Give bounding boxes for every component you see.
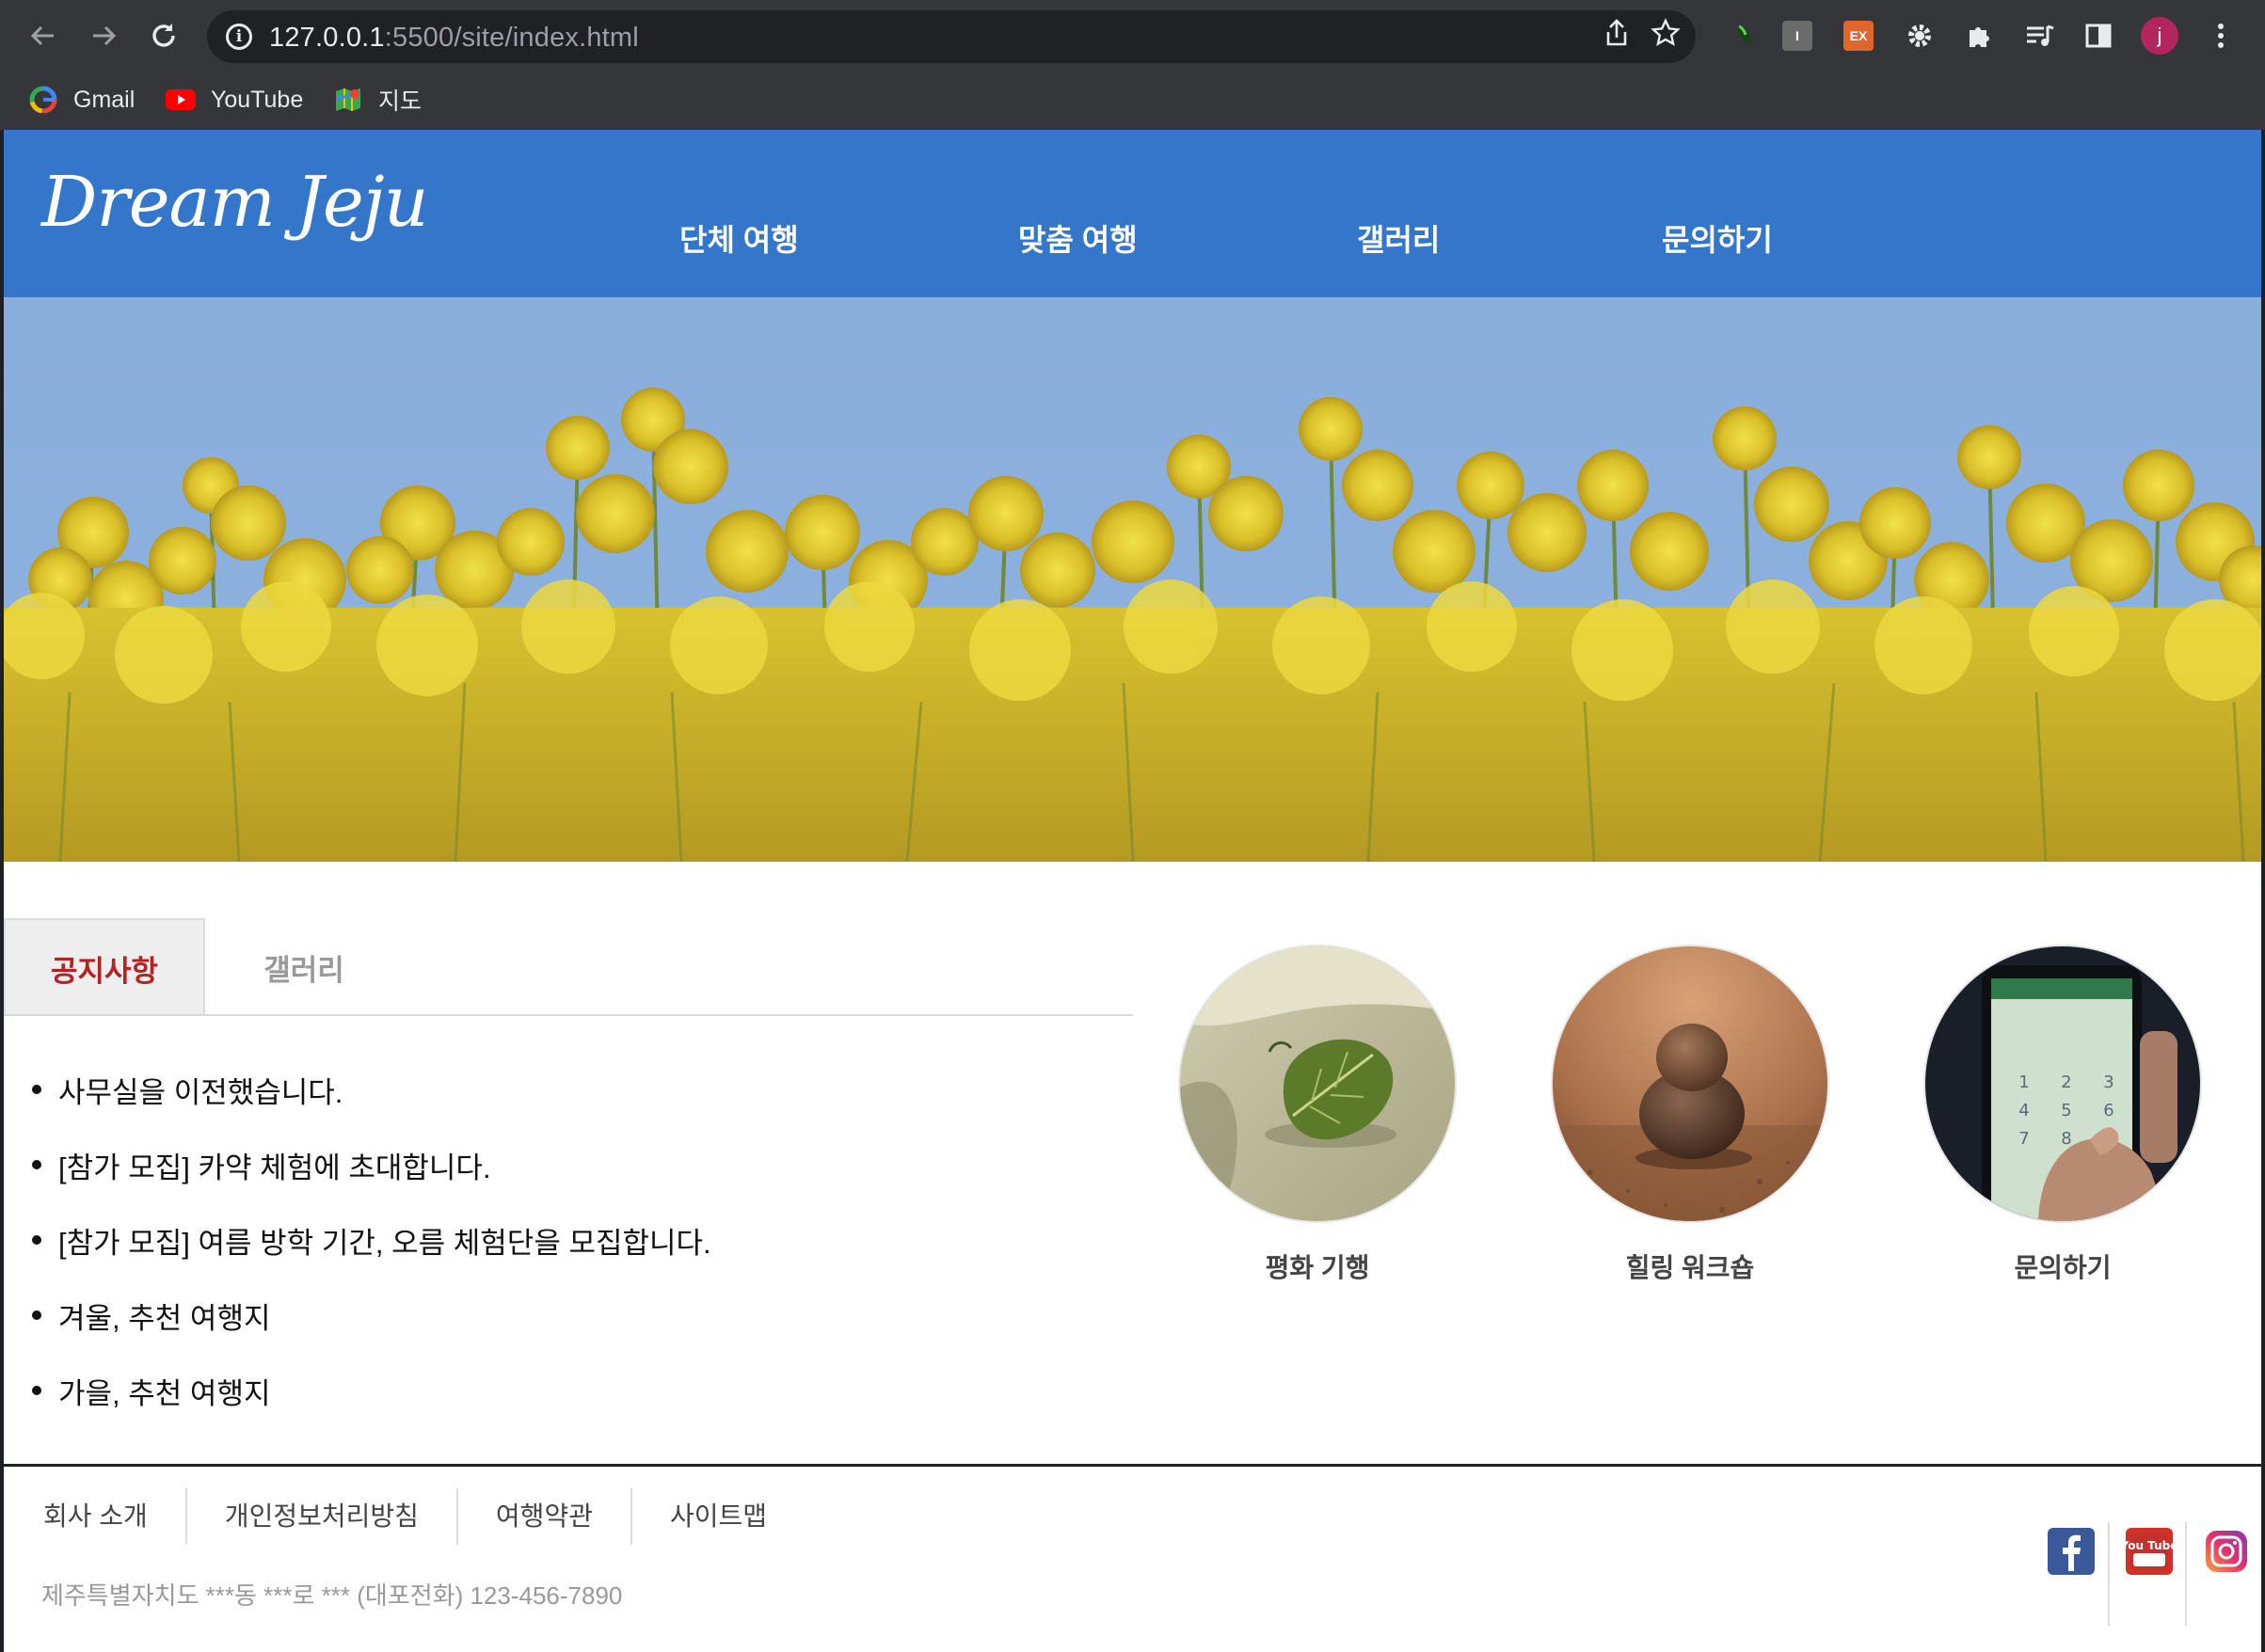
nav-gallery[interactable]: 갤러리 bbox=[1357, 216, 1440, 260]
puzzle-icon[interactable] bbox=[1961, 17, 1999, 55]
address-bar[interactable]: i 127.0.0.1:5500/site/index.html bbox=[207, 10, 1696, 63]
tab-notice[interactable]: 공지사항 bbox=[4, 918, 205, 1016]
notice-title: [참가 모집] 카약 체험에 초대합니다. bbox=[58, 1151, 491, 1184]
nav-group-tour[interactable]: 단체 여행 bbox=[679, 216, 799, 260]
share-button[interactable] bbox=[1598, 18, 1635, 56]
footer-divider bbox=[4, 1464, 2261, 1467]
footer-address: 제주특별자치도 ***동 ***로 *** (대포전화) 123-456-789… bbox=[41, 1581, 623, 1610]
card-peace-trip[interactable]: 평화 기행 bbox=[1176, 945, 1459, 1285]
bookmark-label: Gmail bbox=[73, 86, 136, 113]
hero-banner-image bbox=[4, 297, 2261, 862]
footer-links: 회사 소개 개인정보처리방침 여행약관 사이트맵 bbox=[40, 1488, 805, 1545]
bookmarks-bar: Gmail YouTube 지도 bbox=[0, 73, 2265, 130]
bookmark-label: YouTube bbox=[211, 86, 304, 113]
svg-text:1: 1 bbox=[2018, 1072, 2029, 1092]
list-item[interactable]: 가을, 추천 여행지 bbox=[32, 1353, 711, 1428]
canola-flower-field-image bbox=[4, 297, 2261, 862]
bookmark-label: 지도 bbox=[378, 88, 423, 115]
list-item[interactable]: [참가 모집] 카약 체험에 초대합니다. bbox=[32, 1127, 711, 1202]
arrow-right-icon bbox=[93, 25, 117, 46]
facebook-icon[interactable] bbox=[2048, 1528, 2095, 1575]
svg-text:5: 5 bbox=[2061, 1101, 2071, 1120]
svg-text:7: 7 bbox=[2018, 1129, 2029, 1149]
more-menu-button[interactable] bbox=[2202, 17, 2240, 55]
kebab-menu-icon bbox=[2218, 24, 2224, 48]
bullet-icon bbox=[32, 1085, 41, 1094]
media-icon[interactable] bbox=[2021, 17, 2059, 55]
bookmark-gmail[interactable]: Gmail bbox=[28, 81, 135, 119]
browser-toolbar: i 127.0.0.1:5500/site/index.html I EX j bbox=[0, 0, 2265, 73]
web-page: Dream Jeju 단체 여행 맞춤 여행 갤러리 문의하기 공지사항 갤러리… bbox=[4, 130, 2261, 1652]
notice-title: 가을, 추천 여행지 bbox=[58, 1376, 271, 1410]
instagram-icon[interactable] bbox=[2203, 1528, 2250, 1575]
card-label: 힐링 워크숍 bbox=[1625, 1253, 1755, 1282]
google-icon bbox=[28, 85, 58, 115]
maps-icon bbox=[333, 85, 363, 115]
back-button[interactable] bbox=[21, 13, 66, 58]
card-contact[interactable]: 123 456 789 0 문의하기 bbox=[1922, 945, 2204, 1285]
url-text: 127.0.0.1:5500/site/index.html bbox=[269, 23, 639, 53]
i-extension-icon[interactable]: I bbox=[1779, 17, 1816, 55]
leaf-on-sand-image bbox=[1178, 945, 1457, 1223]
bullet-icon bbox=[32, 1310, 41, 1320]
side-panel-icon[interactable] bbox=[2080, 17, 2117, 55]
arrow-left-icon bbox=[30, 25, 54, 46]
social-divider bbox=[2108, 1522, 2110, 1626]
reload-icon bbox=[152, 24, 175, 47]
footer-link-terms[interactable]: 여행약관 bbox=[455, 1488, 630, 1545]
tab-gallery[interactable]: 갤러리 bbox=[205, 918, 403, 1016]
green-leaf-extension-icon[interactable] bbox=[1726, 17, 1763, 55]
svg-text:You Tube: You Tube bbox=[2126, 1539, 2173, 1552]
site-header: Dream Jeju 단체 여행 맞춤 여행 갤러리 문의하기 bbox=[4, 130, 2261, 297]
svg-text:6: 6 bbox=[2103, 1101, 2113, 1120]
svg-text:8: 8 bbox=[2061, 1129, 2071, 1149]
tab-divider bbox=[4, 1014, 1133, 1016]
youtube-icon[interactable]: You Tube bbox=[2120, 1528, 2177, 1575]
list-item[interactable]: 겨울, 추천 여행지 bbox=[32, 1278, 711, 1353]
notice-title: 사무실을 이전했습니다. bbox=[58, 1075, 343, 1109]
site-info-icon[interactable]: i bbox=[226, 24, 252, 50]
site-logo[interactable]: Dream Jeju bbox=[41, 162, 428, 243]
reload-button[interactable] bbox=[141, 13, 186, 58]
card-label: 평화 기행 bbox=[1265, 1253, 1370, 1282]
list-item[interactable]: [참가 모집] 여름 방학 기간, 오름 체험단을 모집합니다. bbox=[32, 1202, 711, 1278]
bullet-icon bbox=[32, 1160, 41, 1169]
notice-title: 겨울, 추천 여행지 bbox=[58, 1301, 271, 1335]
gear-extension-icon[interactable] bbox=[1901, 17, 1938, 55]
browser-chrome: i 127.0.0.1:5500/site/index.html I EX j … bbox=[0, 0, 2265, 130]
youtube-icon bbox=[166, 85, 196, 115]
notice-title: [참가 모집] 여름 방학 기간, 오름 체험단을 모집합니다. bbox=[58, 1226, 711, 1260]
footer-link-sitemap[interactable]: 사이트맵 bbox=[630, 1488, 805, 1545]
social-divider bbox=[2185, 1522, 2187, 1626]
bullet-icon bbox=[32, 1386, 41, 1395]
nav-custom-tour[interactable]: 맞춤 여행 bbox=[1018, 216, 1138, 260]
ex-extension-icon[interactable]: EX bbox=[1840, 17, 1877, 55]
notice-list: 사무실을 이전했습니다. [참가 모집] 카약 체험에 초대합니다. [참가 모… bbox=[32, 1052, 711, 1428]
bullet-icon bbox=[32, 1235, 41, 1245]
bookmark-youtube[interactable]: YouTube bbox=[166, 81, 303, 119]
list-item[interactable]: 사무실을 이전했습니다. bbox=[32, 1052, 711, 1127]
profile-avatar[interactable]: j bbox=[2141, 17, 2178, 55]
forward-button[interactable] bbox=[81, 13, 126, 58]
nav-contact[interactable]: 문의하기 bbox=[1662, 216, 1773, 260]
stacked-stones-image bbox=[1551, 945, 1829, 1223]
svg-text:4: 4 bbox=[2018, 1101, 2029, 1120]
share-icon bbox=[1606, 19, 1627, 46]
svg-text:2: 2 bbox=[2061, 1072, 2071, 1092]
footer-link-privacy[interactable]: 개인정보처리방침 bbox=[184, 1488, 456, 1545]
footer-link-about[interactable]: 회사 소개 bbox=[40, 1488, 185, 1545]
bookmark-star-button[interactable] bbox=[1647, 18, 1684, 56]
phone-dialer-image: 123 456 789 0 bbox=[1923, 945, 2202, 1223]
bookmark-maps[interactable]: 지도 bbox=[333, 81, 422, 119]
card-healing-workshop[interactable]: 힐링 워크숍 bbox=[1549, 945, 1831, 1285]
star-icon bbox=[1651, 18, 1681, 46]
card-label: 문의하기 bbox=[2014, 1253, 2112, 1282]
svg-text:3: 3 bbox=[2103, 1072, 2113, 1092]
